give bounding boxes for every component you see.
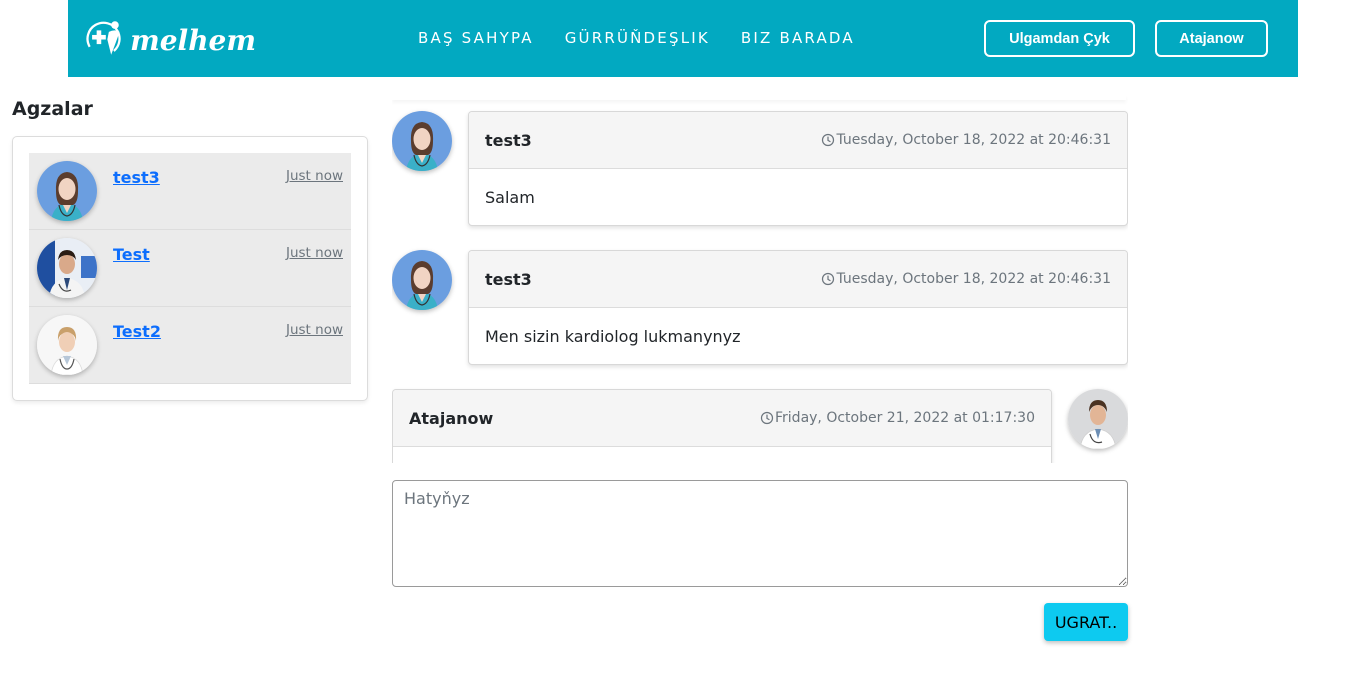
message-author: Atajanow	[409, 409, 494, 428]
chat-top-divider	[392, 96, 1126, 100]
message-header: test3 Tuesday, October 18, 2022 at 20:46…	[469, 251, 1127, 308]
medical-cross-logo-icon	[86, 21, 121, 56]
avatar	[37, 315, 97, 375]
message-timestamp: Tuesday, October 18, 2022 at 20:46:31	[821, 271, 1111, 287]
message-time-text: Tuesday, October 18, 2022 at 20:46:31	[836, 132, 1111, 148]
member-list: test3 Just now Test Just now Test2 Just …	[29, 153, 351, 384]
message-author: test3	[485, 131, 532, 150]
message-time-text: Tuesday, October 18, 2022 at 20:46:31	[836, 271, 1111, 287]
message-author: test3	[485, 270, 532, 289]
male-doctor-avatar-icon	[37, 238, 97, 298]
avatar	[37, 161, 97, 221]
message-avatar	[392, 111, 452, 171]
message-input[interactable]	[392, 480, 1128, 587]
member-last-seen: Just now	[285, 245, 343, 261]
female-doctor-avatar-icon	[392, 111, 452, 171]
member-item-test[interactable]: Test Just now	[29, 230, 351, 307]
logout-button[interactable]: Ulgamdan Çyk	[984, 20, 1135, 57]
female-doctor-avatar-icon	[37, 315, 97, 375]
female-doctor-avatar-icon	[37, 161, 97, 221]
member-name[interactable]: test3	[113, 168, 160, 187]
brand-logo[interactable]: melhem	[86, 12, 256, 64]
clock-icon	[822, 133, 835, 147]
chat-messages-area[interactable]: test3 Tuesday, October 18, 2022 at 20:46…	[392, 96, 1128, 463]
brand-name: melhem	[130, 23, 256, 57]
message-avatar	[392, 250, 452, 310]
female-doctor-avatar-icon	[392, 250, 452, 310]
send-button[interactable]: UGRAT..	[1044, 603, 1128, 641]
avatar	[37, 238, 97, 298]
message-text: Salam	[485, 188, 535, 207]
member-last-seen: Just now	[285, 322, 343, 338]
message-time-text: Friday, October 21, 2022 at 01:17:30	[775, 410, 1035, 426]
message-card: test3 Tuesday, October 18, 2022 at 20:46…	[468, 250, 1128, 365]
clock-icon	[822, 272, 835, 286]
member-last-seen: Just now	[285, 168, 343, 184]
member-item-test3[interactable]: test3 Just now	[29, 153, 351, 230]
nav-link-about[interactable]: BIZ BARADA	[741, 29, 855, 47]
member-item-test2[interactable]: Test2 Just now	[29, 307, 351, 384]
message-text	[393, 447, 1051, 463]
message-text: Men sizin kardiolog lukmanynyz	[485, 327, 741, 346]
message-avatar	[1068, 389, 1128, 449]
main-nav: BAŞ SAHYPA GÜRRÜŇDEŞLIK BIZ BARADA	[418, 29, 855, 47]
nav-link-home[interactable]: BAŞ SAHYPA	[418, 29, 534, 47]
message-header: Atajanow Friday, October 21, 2022 at 01:…	[393, 390, 1051, 447]
male-doctor-avatar-icon	[1068, 389, 1128, 449]
message-card: test3 Tuesday, October 18, 2022 at 20:46…	[468, 111, 1128, 226]
message-card-own: Atajanow Friday, October 21, 2022 at 01:…	[392, 389, 1052, 463]
nav-link-chat[interactable]: GÜRRÜŇDEŞLIK	[565, 29, 710, 47]
member-name[interactable]: Test	[113, 245, 150, 264]
clock-icon	[760, 411, 774, 425]
message-header: test3 Tuesday, October 18, 2022 at 20:46…	[469, 112, 1127, 169]
top-navbar: melhem BAŞ SAHYPA GÜRRÜŇDEŞLIK BIZ BARAD…	[68, 0, 1298, 77]
member-name[interactable]: Test2	[113, 322, 161, 341]
user-profile-button[interactable]: Atajanow	[1155, 20, 1268, 57]
members-panel: test3 Just now Test Just now Test2 Just …	[12, 136, 368, 401]
message-timestamp: Friday, October 21, 2022 at 01:17:30	[760, 410, 1035, 426]
message-timestamp: Tuesday, October 18, 2022 at 20:46:31	[821, 132, 1111, 148]
members-heading: Agzalar	[12, 98, 93, 120]
